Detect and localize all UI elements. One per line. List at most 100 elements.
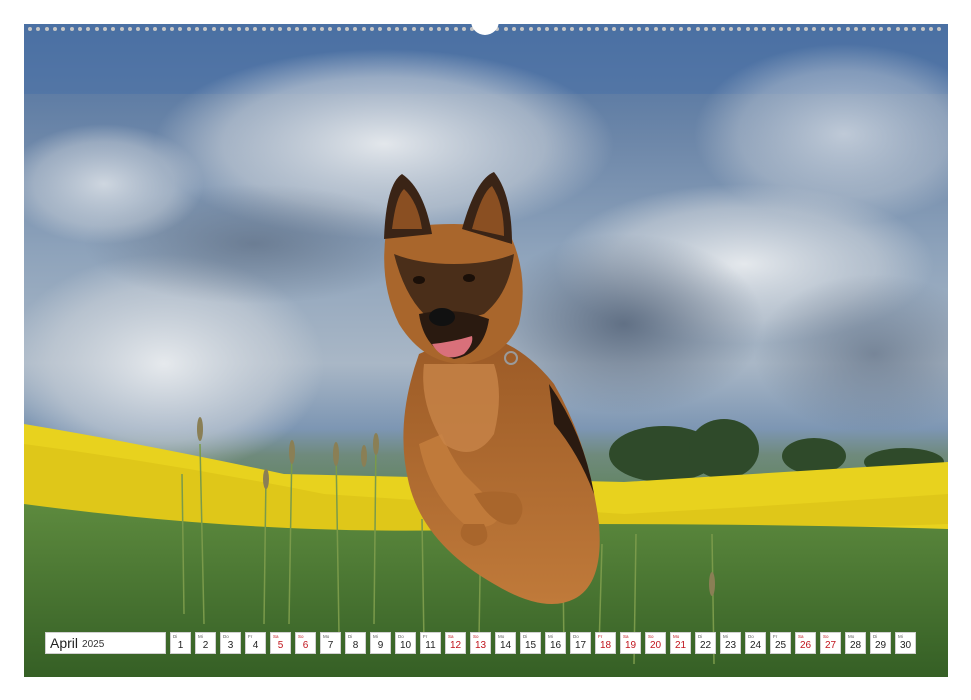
binding-hole [595, 26, 600, 31]
binding-hole [420, 26, 425, 31]
day-cell: Di 15 [520, 632, 541, 654]
day-number: 5 [277, 640, 284, 651]
binding-hole [820, 26, 825, 31]
day-abbr: So [823, 634, 829, 639]
binding-hole [545, 26, 550, 31]
binding-hole [528, 26, 533, 31]
day-abbr: Di [523, 634, 528, 639]
day-cell: Do 3 [220, 632, 241, 654]
day-cell: Mo 21 [670, 632, 691, 654]
day-cell: Di 22 [695, 632, 716, 654]
binding-hole [637, 26, 642, 31]
binding-hole [119, 26, 124, 31]
binding-hole [803, 26, 808, 31]
day-abbr: Do [223, 634, 229, 639]
day-abbr: Di [173, 634, 178, 639]
binding-hole [612, 26, 617, 31]
day-number: 4 [252, 640, 259, 651]
binding-hole [211, 26, 216, 31]
binding-hole [753, 26, 758, 31]
binding-hole [253, 26, 258, 31]
day-abbr: Mi [898, 634, 903, 639]
day-abbr: Mo [848, 634, 855, 639]
binding-hole [895, 26, 900, 31]
binding-hole [553, 26, 558, 31]
day-abbr: So [473, 634, 479, 639]
binding-hole [61, 26, 66, 31]
day-number: 18 [599, 640, 612, 651]
binding-hole [678, 26, 683, 31]
day-number: 25 [774, 640, 787, 651]
binding-hole [311, 26, 316, 31]
binding-hole [428, 26, 433, 31]
day-abbr: Mo [323, 634, 330, 639]
binding-hole [361, 26, 366, 31]
calendar-page: April 2025 Di 1 Mi 2 Do 3 Fr 4 Sa 5 So 6 Mo 7 Di 8 Mi 9 Do… [0, 0, 971, 700]
day-cell: So 27 [820, 632, 841, 654]
binding-hole [670, 26, 675, 31]
binding-hole [845, 26, 850, 31]
binding-hole [745, 26, 750, 31]
binding-hole [603, 26, 608, 31]
day-abbr: Mi [373, 634, 378, 639]
binding-hole [94, 26, 99, 31]
binding-hole [219, 26, 224, 31]
binding-hole [587, 26, 592, 31]
day-cell: Di 8 [345, 632, 366, 654]
day-abbr: So [298, 634, 304, 639]
binding-hole [562, 26, 566, 31]
day-number: 14 [499, 640, 512, 651]
day-cell: Do 17 [570, 632, 591, 654]
binding-hole [879, 26, 884, 31]
day-number: 23 [724, 640, 737, 651]
day-abbr: Fr [423, 634, 428, 639]
day-number: 29 [874, 640, 887, 651]
binding-hole [386, 26, 391, 31]
day-number: 9 [377, 640, 384, 651]
binding-hole [712, 26, 717, 31]
day-abbr: So [648, 634, 654, 639]
day-cell: Di 1 [170, 632, 191, 654]
binding-hole [269, 26, 274, 31]
binding-hole [228, 26, 233, 31]
binding-hole [461, 26, 466, 31]
day-abbr: Mi [548, 634, 553, 639]
day-number: 30 [899, 640, 912, 651]
day-cell: Sa 19 [620, 632, 641, 654]
day-number: 11 [425, 640, 436, 651]
day-cell: Sa 5 [270, 632, 291, 654]
binding-hole [854, 26, 859, 31]
day-number: 7 [327, 640, 334, 651]
day-cell: Mi 2 [195, 632, 216, 654]
month-year: 2025 [82, 638, 105, 650]
binding-hole [862, 26, 867, 31]
day-abbr: Mi [198, 634, 203, 639]
day-abbr: Di [873, 634, 878, 639]
binding-hole [244, 26, 249, 31]
binding-hole [620, 26, 625, 31]
binding-hole [411, 26, 416, 31]
binding-hole [169, 26, 174, 31]
binding-hole [536, 26, 541, 31]
binding-hole [762, 26, 767, 31]
day-abbr: Sa [273, 634, 279, 639]
month-label: April 2025 [45, 632, 166, 654]
binding-hole [645, 26, 650, 31]
binding-hole [320, 26, 325, 31]
day-cell: Fr 4 [245, 632, 266, 654]
binding-hole [44, 26, 49, 31]
binding-hole [937, 26, 942, 31]
binding-hole [728, 26, 733, 31]
binding-hole [261, 26, 266, 31]
day-cell: Do 10 [395, 632, 416, 654]
day-cell: Mo 14 [495, 632, 516, 654]
binding-hole [695, 26, 700, 31]
binding-hole [703, 26, 708, 31]
day-number: 10 [399, 640, 412, 651]
binding-hole [503, 26, 508, 31]
day-cell: Mi 9 [370, 632, 391, 654]
day-number: 2 [202, 640, 209, 651]
binding-hole [628, 26, 633, 31]
day-abbr: Fr [598, 634, 603, 639]
binding-hole [370, 26, 375, 31]
